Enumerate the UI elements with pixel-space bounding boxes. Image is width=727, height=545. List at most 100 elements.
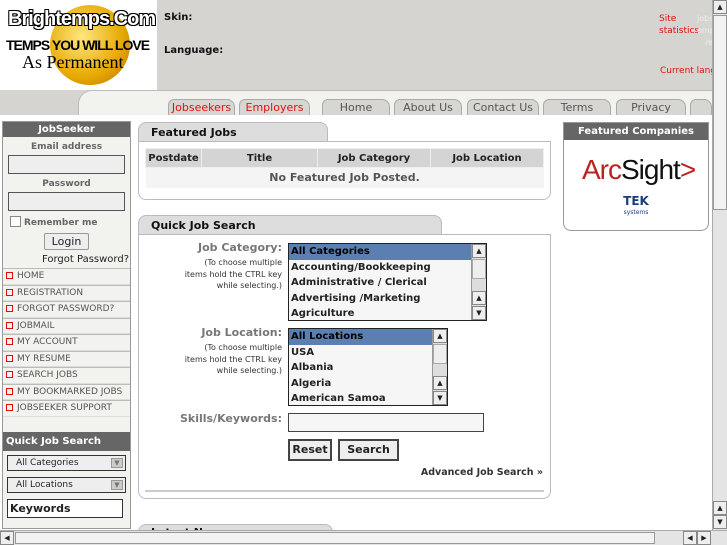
remember-checkbox[interactable] bbox=[10, 216, 21, 227]
menu-item-search-jobs[interactable]: SEARCH JOBS bbox=[3, 367, 130, 384]
site-logo[interactable]: Brightemps.Com TEMPS YOU WILL LOVE As Pe… bbox=[0, 0, 157, 90]
list-option[interactable]: American Samoa bbox=[289, 391, 447, 407]
list-option[interactable]: All Categories bbox=[289, 244, 486, 260]
bullet-icon bbox=[6, 321, 13, 329]
featured-companies-title: Featured Companies bbox=[564, 123, 708, 140]
category-select[interactable]: All Categories ▼ bbox=[7, 454, 126, 471]
jobseeker-sidebar: JobSeeker Email address Password Remembe… bbox=[2, 121, 131, 529]
col-category: Job Category bbox=[317, 148, 431, 168]
tab-privacy[interactable]: Privacy bbox=[616, 99, 686, 115]
menu-item-my-account[interactable]: MY ACCOUNT bbox=[3, 334, 130, 351]
vertical-scrollbar[interactable]: ▲ ▲ ▼ bbox=[712, 0, 727, 530]
job-category-label: Job Category: bbox=[198, 241, 282, 254]
empty-message: No Featured Job Posted. bbox=[145, 167, 544, 188]
keywords-label: Skills/Keywords: bbox=[179, 412, 282, 425]
list-option[interactable]: All Locations bbox=[289, 329, 447, 345]
tab-terms[interactable]: Terms bbox=[543, 99, 611, 115]
scroll-down-icon: ▼ bbox=[713, 515, 727, 529]
scroll-up-icon: ▲ bbox=[713, 0, 727, 14]
password-field[interactable] bbox=[8, 192, 125, 211]
menu-item-home[interactable]: HOME bbox=[3, 268, 130, 285]
list-option[interactable]: USA bbox=[289, 345, 447, 361]
category-multi-note: (To choose multiple items hold the CTRL … bbox=[184, 258, 282, 290]
menu-item-jobseeker-support[interactable]: JOBSEEKER SUPPORT bbox=[3, 400, 130, 417]
remember-label: Remember me bbox=[24, 218, 98, 228]
tab-employers[interactable]: Employers bbox=[239, 99, 310, 115]
menu-item-my-resume[interactable]: MY RESUME bbox=[3, 350, 130, 367]
horizontal-scrollbar[interactable]: ◀ ◀ ▶ bbox=[0, 530, 727, 545]
job-location-list[interactable]: All Locations USA Albania Algeria Americ… bbox=[288, 328, 448, 406]
col-location: Job Location bbox=[430, 148, 544, 168]
job-category-list[interactable]: All Categories Accounting/Bookkeeping Ad… bbox=[288, 243, 487, 321]
keywords-input[interactable] bbox=[288, 413, 484, 432]
company-logo-arcsight[interactable]: ArcSight> bbox=[582, 144, 696, 196]
password-label: Password bbox=[42, 179, 91, 189]
location-multi-note: (To choose multiple items hold the CTRL … bbox=[184, 343, 282, 375]
sidebar-title: JobSeeker bbox=[3, 122, 130, 137]
forgot-password-link[interactable]: Forgot Password? bbox=[4, 254, 129, 265]
scroll-down-icon: ▼ bbox=[472, 306, 486, 320]
list-option[interactable]: Agriculture bbox=[289, 306, 486, 322]
bullet-icon bbox=[6, 288, 13, 296]
featured-jobs-title: Featured Jobs bbox=[138, 122, 328, 142]
logo-line1: Brightemps.Com bbox=[8, 8, 156, 30]
scroll-up-icon: ▲ bbox=[472, 244, 486, 258]
scroll-up-icon: ▲ bbox=[433, 376, 447, 390]
bullet-icon bbox=[6, 272, 13, 279]
chevron-down-icon: ▼ bbox=[111, 457, 123, 468]
list-option[interactable]: Albania bbox=[289, 360, 447, 376]
divider bbox=[145, 490, 544, 492]
menu-item-jobmail[interactable]: JOBMAIL bbox=[3, 317, 130, 334]
bullet-icon bbox=[6, 305, 13, 312]
scroll-thumb bbox=[713, 15, 727, 210]
scroll-down-icon: ▼ bbox=[433, 391, 447, 405]
email-label: Email address bbox=[30, 142, 103, 152]
language-label: Language: bbox=[164, 45, 224, 56]
tab-home[interactable]: Home bbox=[322, 99, 390, 115]
col-postdate: Postdate bbox=[145, 148, 202, 168]
tab-more[interactable] bbox=[690, 99, 712, 115]
quick-search-panel-title: Quick Job Search bbox=[138, 215, 442, 235]
quick-search-title: Quick Job Search bbox=[3, 431, 130, 451]
advanced-search-link[interactable]: Advanced Job Search » bbox=[380, 467, 543, 478]
company-logo-tek[interactable]: TEK systems bbox=[564, 195, 708, 218]
scroll-thumb bbox=[15, 532, 655, 544]
login-button[interactable]: Login bbox=[43, 233, 90, 250]
featured-jobs-table: Postdate Title Job Category Job Location No… bbox=[145, 148, 544, 188]
scroll-up-icon: ▲ bbox=[433, 329, 447, 343]
scroll-up-icon: ▲ bbox=[713, 501, 727, 515]
scrollbar[interactable]: ▲ ▲ ▼ bbox=[432, 329, 447, 405]
list-option[interactable]: Accounting/Bookkeeping bbox=[289, 260, 486, 276]
job-location-label: Job Location: bbox=[201, 326, 282, 339]
col-title: Title bbox=[201, 148, 318, 168]
menu-item-registration[interactable]: REGISTRATION bbox=[3, 284, 130, 301]
list-option[interactable]: Algeria bbox=[289, 376, 447, 392]
bullet-icon bbox=[6, 371, 13, 378]
email-field[interactable] bbox=[8, 155, 125, 174]
tab-jobseekers[interactable]: Jobseekers bbox=[168, 99, 235, 115]
location-select[interactable]: All Locations ▼ bbox=[7, 476, 126, 493]
menu-item-forgot-password[interactable]: FORGOT PASSWORD? bbox=[3, 301, 130, 318]
logo-line2: TEMPS YOU WILL LOVE bbox=[6, 37, 150, 53]
featured-companies-panel: Featured Companies ArcSight> TEK systems bbox=[563, 122, 709, 231]
skin-label: Skin: bbox=[164, 12, 193, 23]
keywords-input[interactable]: Keywords bbox=[7, 498, 123, 518]
scroll-left-icon: ◀ bbox=[0, 531, 14, 545]
sidebar-menu: HOME REGISTRATION FORGOT PASSWORD? JOBMA… bbox=[3, 268, 130, 417]
bullet-icon bbox=[6, 354, 13, 362]
bullet-icon bbox=[6, 404, 13, 411]
featured-jobs-panel: Postdate Title Job Category Job Location No… bbox=[138, 141, 551, 200]
bullet-icon bbox=[6, 387, 13, 395]
reset-button[interactable]: Reset bbox=[288, 439, 332, 461]
list-option[interactable]: Administrative / Clerical bbox=[289, 275, 486, 291]
scroll-up-icon: ▲ bbox=[472, 291, 486, 305]
menu-item-bookmarked-jobs[interactable]: MY BOOKMARKED JOBS bbox=[3, 383, 130, 400]
list-option[interactable]: Advertising /Marketing bbox=[289, 291, 486, 307]
bullet-icon bbox=[6, 338, 13, 345]
search-button[interactable]: Search bbox=[338, 439, 399, 461]
tab-contact-us[interactable]: Contact Us bbox=[467, 99, 539, 115]
scrollbar[interactable]: ▲ ▲ ▼ bbox=[471, 244, 486, 320]
site-statistics-label: Site statistics bbox=[659, 14, 700, 36]
tab-about-us[interactable]: About Us bbox=[394, 99, 462, 115]
scroll-left-icon: ◀ bbox=[683, 531, 697, 545]
